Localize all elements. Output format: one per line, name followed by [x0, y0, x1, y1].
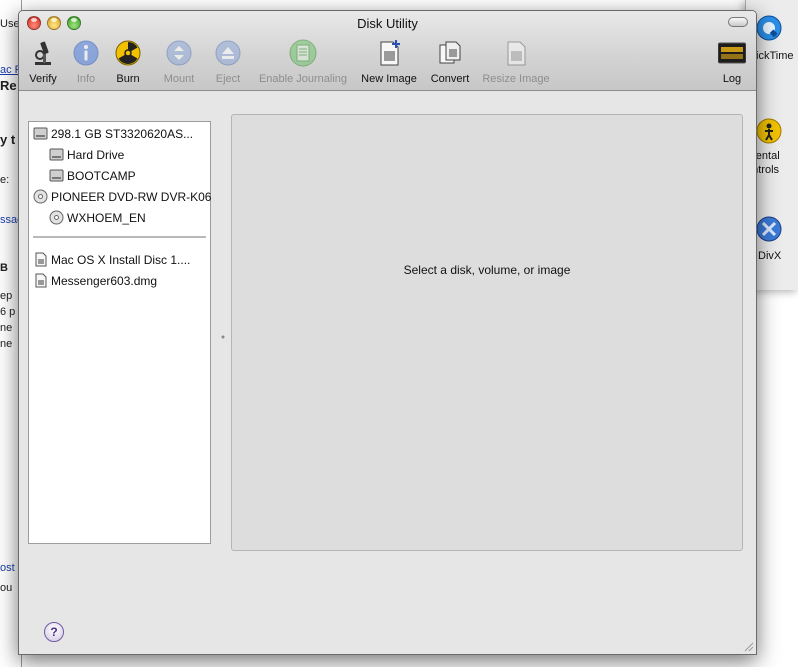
volume-label: BOOTCAMP — [67, 169, 136, 183]
new-image-icon — [380, 40, 400, 66]
divx-label: DivX — [758, 250, 782, 262]
device-list[interactable]: 298.1 GB ST3320620AS... Hard Drive BOOTC… — [28, 121, 211, 544]
volume-row[interactable]: Hard Drive — [29, 145, 210, 165]
new-image-label: New Image — [361, 73, 417, 85]
disk-image-icon — [35, 252, 47, 267]
parental-controls-icon[interactable] — [756, 118, 782, 144]
resize-grip-icon[interactable] — [742, 640, 754, 652]
bg-fragment: Re — [0, 78, 17, 93]
image-row[interactable]: Mac OS X Install Disc 1.... — [29, 250, 210, 270]
disk-row[interactable]: 298.1 GB ST3320620AS... — [29, 124, 210, 144]
volume-row[interactable]: BOOTCAMP — [29, 166, 210, 186]
disk-image-icon — [35, 273, 47, 288]
mount-icon — [166, 40, 192, 66]
bg-fragment: ne — [0, 338, 13, 350]
divx-icon[interactable] — [756, 216, 782, 242]
eject-icon — [215, 40, 241, 66]
resize-image-button[interactable]: Resize Image — [479, 39, 553, 89]
optical-drive-row[interactable]: PIONEER DVD-RW DVR-K06 — [29, 187, 212, 207]
burn-button[interactable]: Burn — [111, 39, 145, 89]
mount-button[interactable]: Mount — [159, 39, 199, 89]
resize-image-icon — [507, 41, 526, 66]
volume-label: Hard Drive — [67, 148, 125, 162]
help-button[interactable]: ? — [44, 622, 64, 642]
optical-drive-label: PIONEER DVD-RW DVR-K06 — [51, 190, 212, 204]
image-label: Mac OS X Install Disc 1.... — [51, 253, 191, 267]
convert-label: Convert — [430, 73, 470, 85]
optical-volume-row[interactable]: WXHOEM_EN — [29, 208, 210, 228]
detail-pane: Select a disk, volume, or image — [231, 114, 743, 551]
sidebar-divider — [33, 236, 206, 238]
quicktime-icon[interactable] — [755, 14, 783, 42]
verify-label: Verify — [29, 73, 57, 85]
optical-drive-icon — [33, 189, 48, 204]
bg-fragment: ost — [0, 562, 15, 574]
mount-label: Mount — [163, 73, 195, 85]
convert-button[interactable]: Convert — [427, 39, 473, 89]
info-button[interactable]: Info — [69, 39, 103, 89]
bg-fragment: ep — [0, 290, 13, 302]
quicktime-pref-label: ickTime — [756, 50, 794, 62]
hard-disk-icon — [33, 127, 48, 140]
toolbar-toggle-button[interactable] — [728, 17, 748, 27]
disc-icon — [49, 210, 64, 225]
bg-fragment: ne — [0, 322, 13, 334]
bg-fragment: B — [0, 262, 8, 274]
new-image-button[interactable]: New Image — [357, 39, 421, 89]
split-view-handle[interactable] — [221, 331, 225, 339]
window-title: Disk Utility — [357, 16, 418, 31]
enable-journaling-label: Enable Journaling — [258, 73, 348, 85]
convert-icon — [439, 41, 461, 64]
volume-icon — [49, 169, 64, 182]
bg-fragment: 6 p — [0, 306, 16, 318]
volume-icon — [49, 148, 64, 161]
bg-fragment: e: — [0, 174, 10, 186]
image-row[interactable]: Messenger603.dmg — [29, 271, 210, 291]
optical-volume-label: WXHOEM_EN — [67, 211, 146, 225]
empty-selection-message: Select a disk, volume, or image — [403, 263, 571, 277]
enable-journaling-button[interactable]: Enable Journaling — [255, 39, 351, 89]
burn-label: Burn — [116, 73, 140, 85]
image-label: Messenger603.dmg — [51, 274, 158, 288]
log-button[interactable]: Log — [715, 39, 749, 89]
bg-fragment: ou — [0, 582, 13, 594]
verify-button[interactable]: Verify — [23, 39, 63, 89]
resize-image-label: Resize Image — [482, 73, 550, 85]
log-icon — [718, 42, 746, 64]
disk-utility-window: Disk Utility Verify Info Burn Mount Ejec… — [18, 10, 757, 655]
microscope-icon — [35, 41, 51, 65]
eject-button[interactable]: Eject — [211, 39, 245, 89]
journal-icon — [289, 39, 317, 67]
bg-fragment: y t — [0, 132, 16, 147]
splitter-dot-icon — [221, 335, 225, 339]
burn-icon — [115, 40, 141, 66]
disk-label: 298.1 GB ST3320620AS... — [51, 127, 194, 141]
log-label: Log — [722, 73, 742, 85]
info-label: Info — [76, 73, 96, 85]
eject-label: Eject — [215, 73, 241, 85]
info-icon — [73, 40, 99, 66]
title-bar[interactable]: Disk Utility Verify Info Burn Mount Ejec… — [19, 11, 756, 91]
